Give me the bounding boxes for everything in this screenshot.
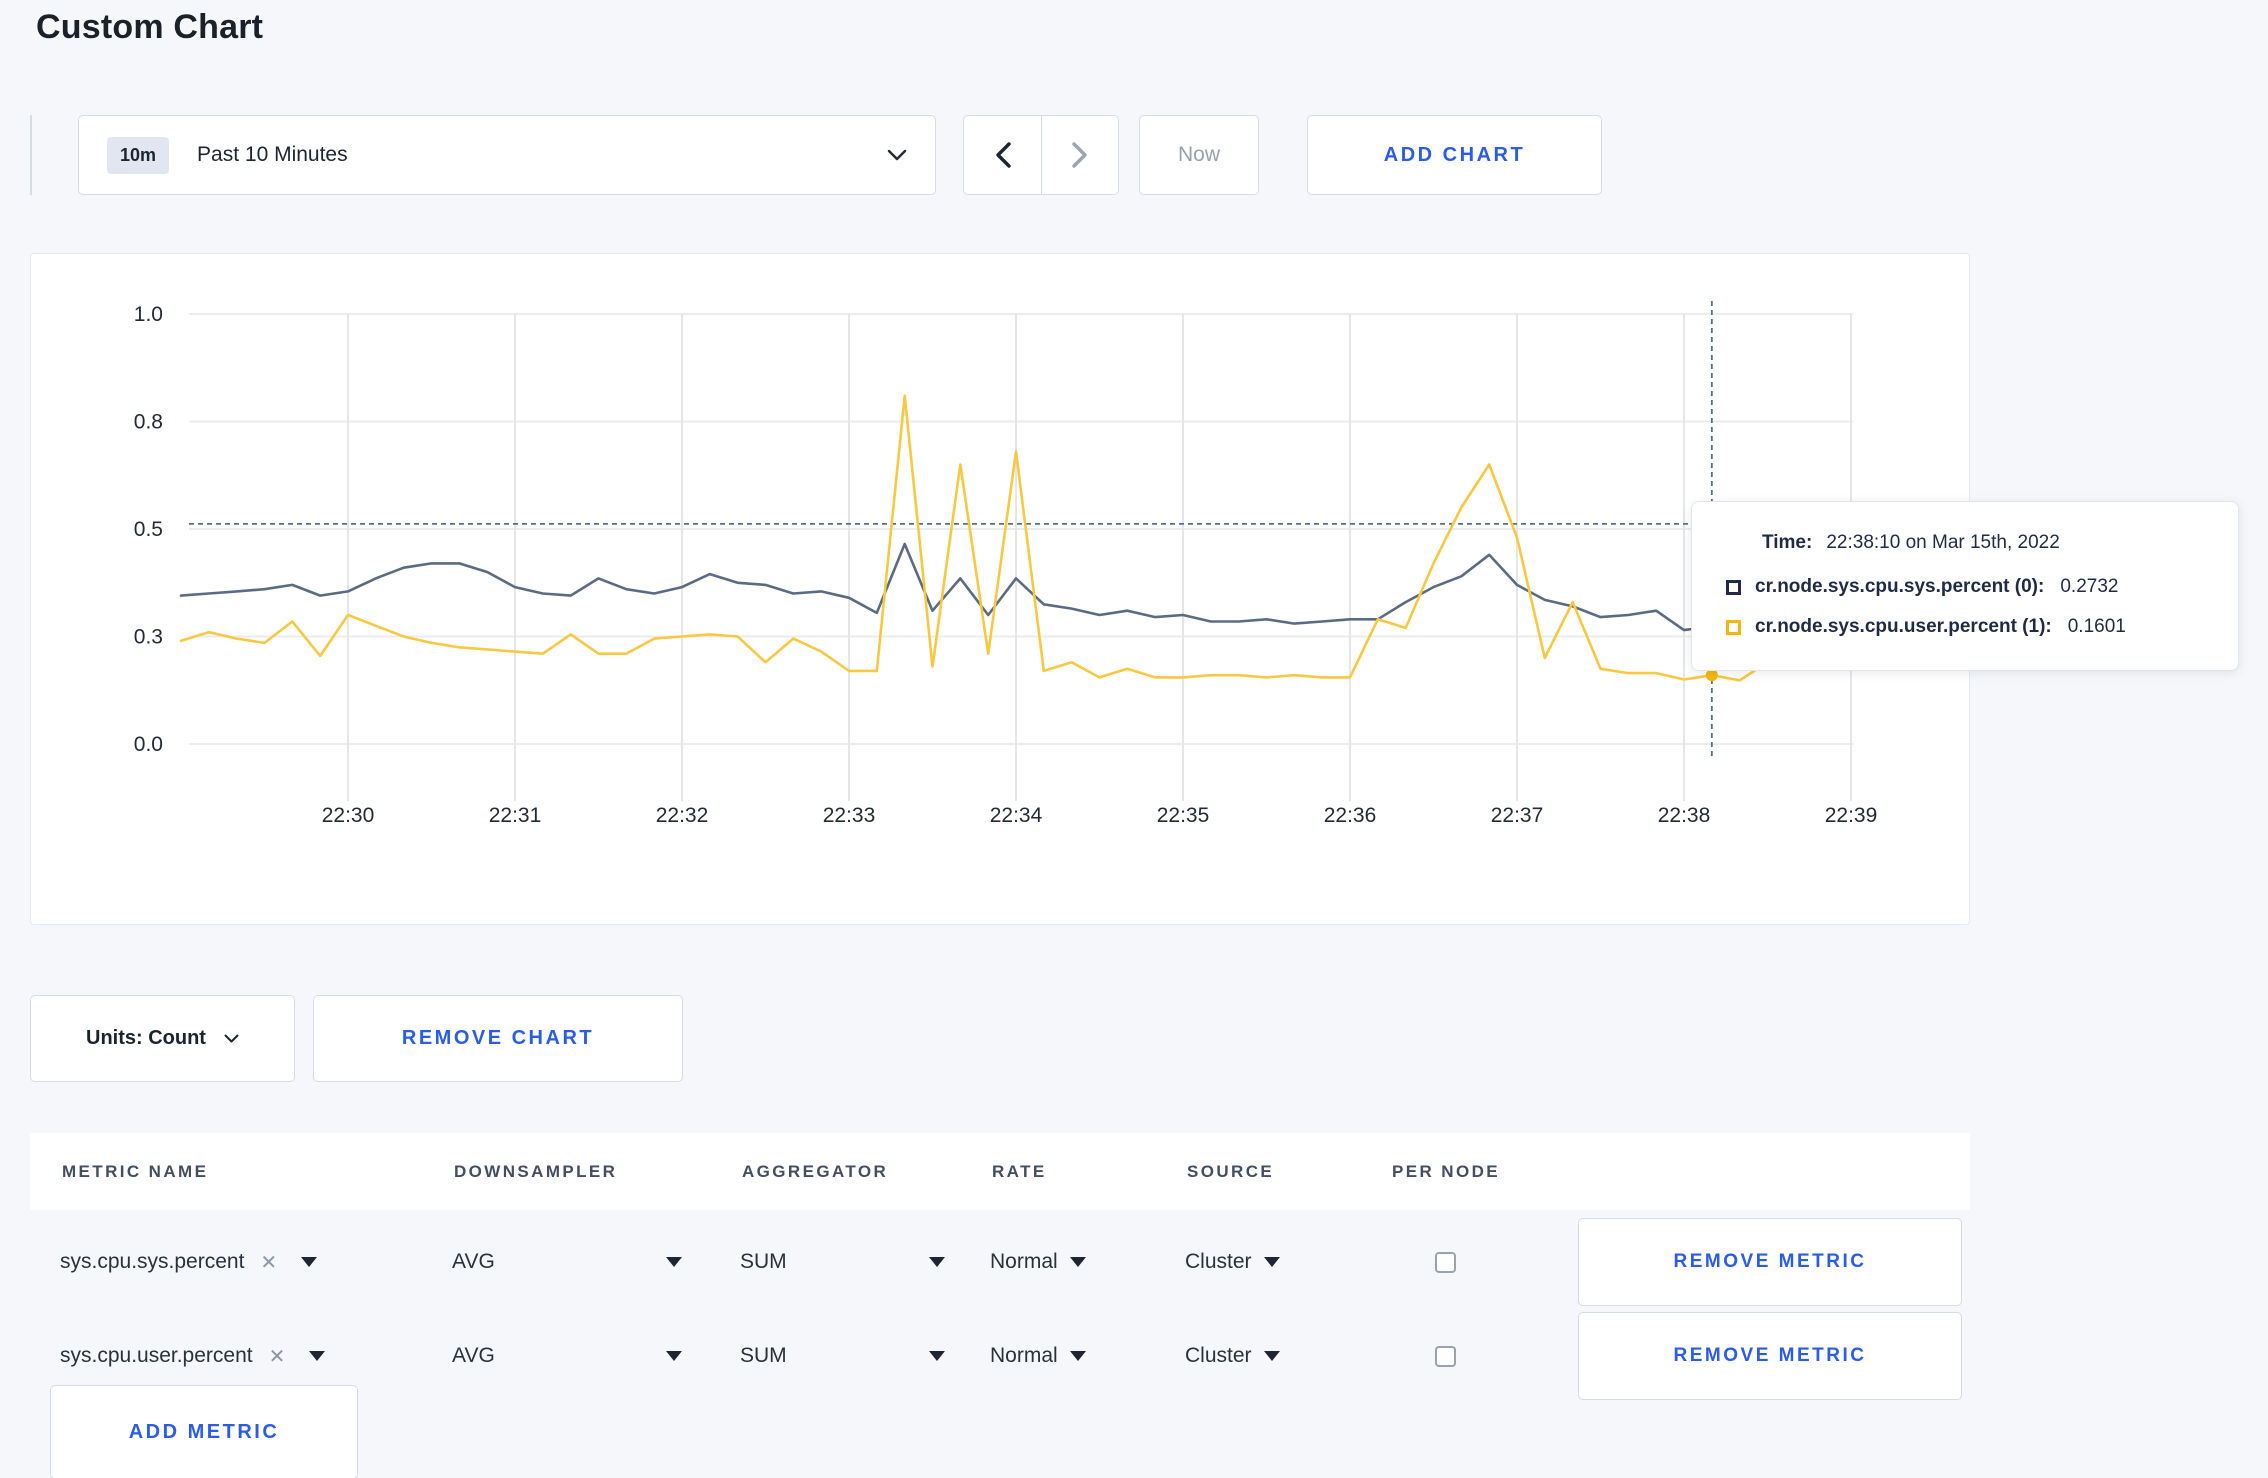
rate-dropdown[interactable]: Normal xyxy=(990,1344,1086,1368)
next-time-button[interactable] xyxy=(1041,116,1118,194)
caret-down-icon xyxy=(1069,1257,1086,1267)
metrics-table-header: METRIC NAME DOWNSAMPLER AGGREGATOR RATE … xyxy=(30,1133,1970,1210)
units-label: Units: Count xyxy=(86,1027,206,1049)
header-per-node: PER NODE xyxy=(1392,1161,1500,1181)
x-axis-tick-label: 22:34 xyxy=(990,804,1043,827)
remove-chart-button[interactable]: REMOVE CHART xyxy=(313,995,683,1082)
header-aggregator: AGGREGATOR xyxy=(742,1161,889,1181)
y-axis-tick-label: 1.0 xyxy=(134,303,163,326)
rate-dropdown[interactable]: Normal xyxy=(990,1250,1086,1274)
y-axis-tick-label: 0.8 xyxy=(134,411,163,434)
prev-time-button[interactable] xyxy=(964,116,1041,194)
caret-down-icon xyxy=(1069,1351,1086,1361)
header-downsampler: DOWNSAMPLER xyxy=(454,1161,618,1181)
y-axis-tick-label: 0.3 xyxy=(134,626,163,649)
y-axis-tick-label: 0.0 xyxy=(134,733,163,756)
tooltip-time-value: 22:38:10 on Mar 15th, 2022 xyxy=(1826,532,2060,553)
time-window-badge: 10m xyxy=(107,136,170,174)
series-swatch-user xyxy=(1726,619,1741,635)
remove-metric-button[interactable]: REMOVE METRIC xyxy=(1578,1218,1962,1306)
header-rate: RATE xyxy=(992,1161,1047,1181)
caret-down-icon xyxy=(666,1351,682,1361)
table-row: sys.cpu.sys.percent ✕ AVG SUM Normal Clu… xyxy=(30,1218,1970,1306)
caret-down-icon xyxy=(1263,1351,1280,1361)
source-dropdown[interactable]: Cluster xyxy=(1185,1250,1280,1274)
x-axis-tick-label: 22:36 xyxy=(1324,804,1377,827)
page-title: Custom Chart xyxy=(36,8,264,46)
chart-tooltip: Time: 22:38:10 on Mar 15th, 2022 cr.node.… xyxy=(1691,501,2239,671)
tooltip-series-row: cr.node.sys.cpu.sys.percent (0): 0.2732 xyxy=(1726,576,2204,598)
chart-canvas[interactable]: 0.0 0.3 0.5 0.8 1.0 22:30 22:31 22:32 22:33 22:34… xyxy=(31,254,1971,926)
caret-down-icon[interactable] xyxy=(309,1351,326,1361)
tooltip-series-row: cr.node.sys.cpu.user.percent (1): 0.1601 xyxy=(1726,616,2204,638)
tooltip-series-value: 0.2732 xyxy=(2060,576,2119,597)
caret-down-icon[interactable] xyxy=(301,1257,318,1267)
x-axis-tick-label: 22:30 xyxy=(322,804,375,827)
chart-card: 0.0 0.3 0.5 0.8 1.0 22:30 22:31 22:32 22:33 22:34… xyxy=(30,253,2239,926)
close-icon[interactable]: ✕ xyxy=(269,1344,286,1369)
header-metric-name: METRIC NAME xyxy=(62,1161,209,1181)
tooltip-time-label: Time: xyxy=(1762,532,1813,553)
aggregator-value: SUM xyxy=(740,1344,787,1367)
source-dropdown[interactable]: Cluster xyxy=(1185,1344,1280,1368)
toolbar: 10m Past 10 Minutes Now ADD CHART xyxy=(30,115,1602,195)
per-node-checkbox[interactable] xyxy=(1434,1345,1456,1367)
add-chart-button[interactable]: ADD CHART xyxy=(1307,115,1602,195)
metric-name-value: sys.cpu.user.percent xyxy=(60,1344,253,1367)
header-source: SOURCE xyxy=(1187,1161,1275,1181)
metric-name-dropdown[interactable]: sys.cpu.user.percent xyxy=(60,1344,253,1368)
aggregator-dropdown[interactable]: SUM xyxy=(740,1344,945,1368)
x-axis-tick-label: 22:33 xyxy=(823,804,876,827)
source-value: Cluster xyxy=(1185,1344,1252,1367)
tooltip-time: Time: 22:38:10 on Mar 15th, 2022 xyxy=(1762,532,2204,554)
chevron-down-icon xyxy=(224,1034,239,1043)
downsampler-dropdown[interactable]: AVG xyxy=(452,1344,682,1368)
chevron-down-icon xyxy=(887,149,907,161)
now-button[interactable]: Now xyxy=(1139,115,1259,195)
per-node-checkbox[interactable] xyxy=(1434,1251,1456,1273)
x-axis-tick-label: 22:38 xyxy=(1658,804,1711,827)
caret-down-icon xyxy=(929,1351,945,1361)
toolbar-divider xyxy=(30,115,32,195)
rate-value: Normal xyxy=(990,1250,1058,1273)
source-value: Cluster xyxy=(1185,1250,1252,1273)
caret-down-icon xyxy=(929,1257,945,1267)
units-select[interactable]: Units: Count xyxy=(30,995,295,1082)
x-axis-tick-label: 22:32 xyxy=(656,804,709,827)
time-pager xyxy=(963,115,1119,195)
add-metric-button[interactable]: ADD METRIC xyxy=(50,1385,358,1478)
aggregator-dropdown[interactable]: SUM xyxy=(740,1250,945,1274)
metric-name-value: sys.cpu.sys.percent xyxy=(60,1250,245,1273)
caret-down-icon xyxy=(1263,1257,1280,1267)
metrics-table-rows: sys.cpu.sys.percent ✕ AVG SUM Normal Clu… xyxy=(30,1218,1970,1406)
remove-metric-button[interactable]: REMOVE METRIC xyxy=(1578,1312,1962,1400)
downsampler-value: AVG xyxy=(452,1250,495,1273)
tooltip-series-name: cr.node.sys.cpu.sys.percent (0): xyxy=(1755,576,2045,597)
series-swatch-sys xyxy=(1726,579,1741,595)
downsampler-dropdown[interactable]: AVG xyxy=(452,1250,682,1274)
tooltip-series-name: cr.node.sys.cpu.user.percent (1): xyxy=(1755,616,2052,637)
time-window-select[interactable]: 10m Past 10 Minutes xyxy=(78,115,936,195)
time-window-label: Past 10 Minutes xyxy=(197,143,348,166)
y-axis-tick-label: 0.5 xyxy=(134,518,163,541)
chevron-right-icon xyxy=(1072,142,1087,168)
x-axis-tick-label: 22:31 xyxy=(489,804,542,827)
rate-value: Normal xyxy=(990,1344,1058,1367)
x-axis-tick-label: 22:39 xyxy=(1825,804,1878,827)
metric-name-dropdown[interactable]: sys.cpu.sys.percent xyxy=(60,1250,244,1274)
downsampler-value: AVG xyxy=(452,1344,495,1367)
aggregator-value: SUM xyxy=(740,1250,787,1273)
x-axis-tick-label: 22:35 xyxy=(1157,804,1210,827)
x-axis-tick-label: 22:37 xyxy=(1491,804,1544,827)
tooltip-series-value: 0.1601 xyxy=(2067,616,2126,637)
caret-down-icon xyxy=(666,1257,682,1267)
close-icon[interactable]: ✕ xyxy=(260,1250,277,1275)
chevron-left-icon xyxy=(995,142,1011,168)
